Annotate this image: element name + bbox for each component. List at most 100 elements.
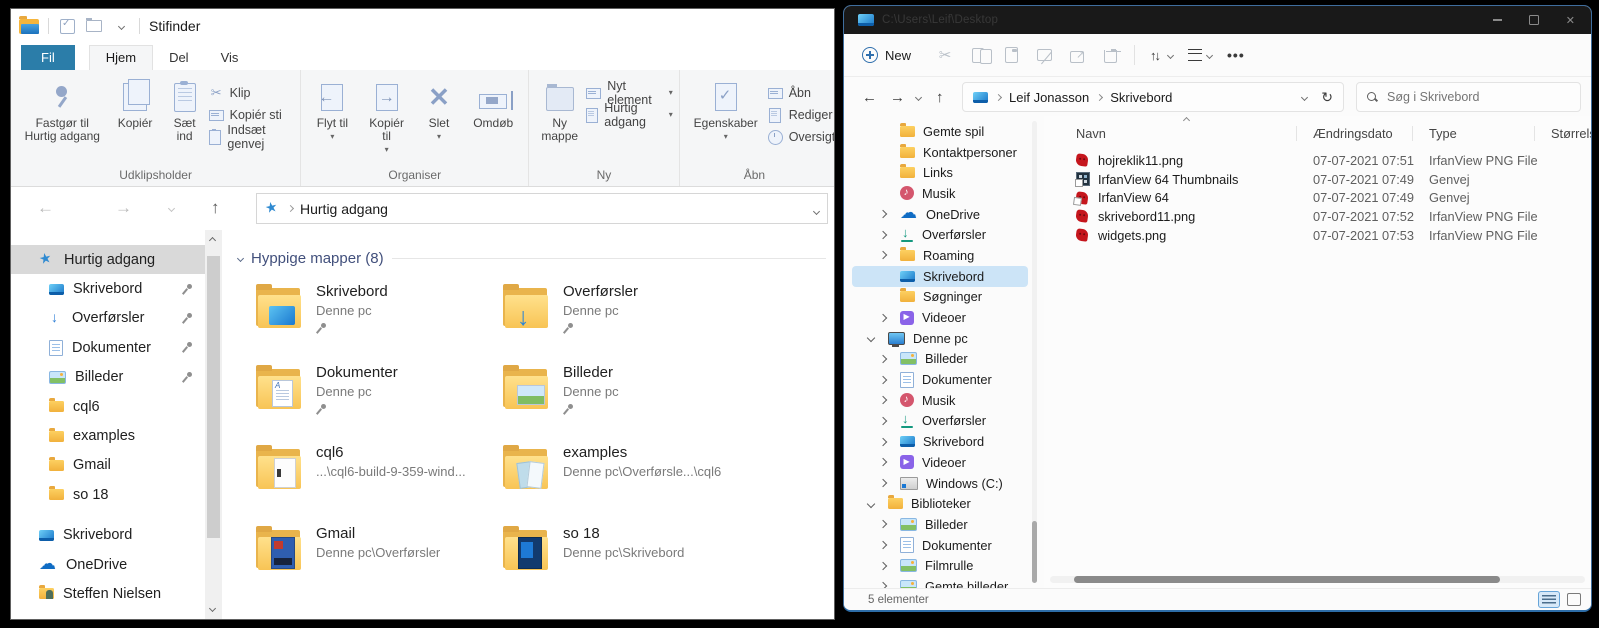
tree-scrollbar[interactable] <box>1032 121 1037 576</box>
copy-button[interactable]: Kopiér <box>110 76 161 130</box>
tab-hjem[interactable]: Hjem <box>89 45 153 70</box>
file-row-skrivebord11[interactable]: skrivebord11.png 07-07-2021 07:52 IrfanV… <box>1044 207 1591 226</box>
minimize-button[interactable] <box>1493 19 1502 20</box>
close-button[interactable]: ✕ <box>1566 14 1575 27</box>
chevron-down-icon[interactable] <box>867 334 875 342</box>
chevron-down-icon[interactable] <box>867 499 875 507</box>
back-button[interactable]: ← <box>37 187 54 229</box>
icons-view-toggle[interactable] <box>1567 593 1581 606</box>
search-box[interactable] <box>1356 82 1581 112</box>
sidebar-item-pictures[interactable]: Billeder <box>11 363 205 392</box>
properties-button[interactable]: Egenskaber ▾ <box>686 76 766 141</box>
tree-item-billeder-lib[interactable]: Billeder <box>852 514 1028 535</box>
chevron-right-icon[interactable] <box>879 251 887 259</box>
qat-new-folder-button[interactable] <box>85 18 103 34</box>
paste-button[interactable]: Sæt ind <box>163 76 207 143</box>
tab-vis[interactable]: Vis <box>205 46 255 70</box>
scroll-up-icon[interactable] <box>209 237 216 244</box>
tree-item-roaming[interactable]: Roaming <box>852 245 1028 266</box>
tile-examples[interactable]: examples Denne pc\Overførsle...\cql6 <box>503 443 750 524</box>
horizontal-scrollbar[interactable] <box>1050 576 1585 583</box>
breadcrumb-folder[interactable]: Skrivebord <box>1110 90 1172 105</box>
tile-billeder[interactable]: Billeder Denne pc <box>503 363 750 444</box>
sidebar-item-so18[interactable]: so 18 <box>11 480 205 509</box>
tree-item-kontaktpersoner[interactable]: Kontaktpersoner <box>852 142 1028 163</box>
chevron-right-icon[interactable] <box>879 231 887 239</box>
tile-dokumenter[interactable]: Dokumenter Denne pc <box>256 363 503 444</box>
tile-cql6[interactable]: cql6 ...\cql6-build-9-359-wind... <box>256 443 503 524</box>
view-button[interactable] <box>1188 49 1212 61</box>
chevron-right-icon[interactable] <box>879 417 887 425</box>
up-button[interactable]: ↑ <box>936 89 944 106</box>
sidebar-item-desktop-root[interactable]: Skrivebord <box>11 521 205 550</box>
tab-del[interactable]: Del <box>153 46 205 70</box>
sidebar-item-desktop[interactable]: Skrivebord <box>11 274 205 303</box>
scrollbar-thumb[interactable] <box>207 256 220 538</box>
tab-fil[interactable]: Fil <box>21 45 75 70</box>
address-dropdown-icon[interactable] <box>1301 93 1308 100</box>
recent-locations-button[interactable] <box>916 95 921 100</box>
tree-item-gemte-spil[interactable]: Gemte spil <box>852 121 1028 142</box>
sidebar-item-cql6[interactable]: cql6 <box>11 392 205 421</box>
new-folder-button[interactable]: Ny mappe <box>535 76 584 143</box>
refresh-icon[interactable]: ↻ <box>1321 89 1333 106</box>
tree-item-skrivebord-selected[interactable]: Skrivebord <box>852 266 1028 287</box>
section-header[interactable]: Hyppige mapper (8) <box>238 250 834 267</box>
forward-button[interactable]: → <box>115 187 132 229</box>
tree-item-filmrulle[interactable]: Filmrulle <box>852 555 1028 576</box>
sidebar-item-examples[interactable]: examples <box>11 421 205 450</box>
details-view-toggle[interactable] <box>1538 591 1560 608</box>
easy-access-button[interactable]: Hurtig adgang ▾ <box>586 104 672 126</box>
cut-button[interactable]: ✂ Klip <box>209 82 295 104</box>
new-button[interactable]: New <box>862 47 911 63</box>
back-button[interactable]: ← <box>862 89 877 106</box>
chevron-right-icon[interactable] <box>879 355 887 363</box>
tree-item-soegninger[interactable]: Søgninger <box>852 287 1028 308</box>
forward-button[interactable]: → <box>890 89 905 106</box>
tree-item-musik-pc[interactable]: Musik <box>852 390 1028 411</box>
tree-item-dokumenter[interactable]: Dokumenter <box>852 369 1028 390</box>
chevron-right-icon[interactable] <box>879 520 887 528</box>
address-box[interactable]: Leif Jonasson Skrivebord ↻ <box>962 82 1344 112</box>
chevron-right-icon[interactable] <box>879 437 887 445</box>
chevron-right-icon[interactable] <box>879 479 887 487</box>
chevron-right-icon[interactable] <box>879 375 887 383</box>
tree-item-biblioteker[interactable]: Biblioteker <box>852 493 1028 514</box>
tree-item-denne-pc[interactable]: Denne pc <box>852 328 1028 349</box>
sidebar-item-gmail[interactable]: Gmail <box>11 451 205 480</box>
tile-so18[interactable]: so 18 Denne pc\Skrivebord <box>503 524 750 605</box>
delete-button[interactable]: ✕ Slet ▾ <box>416 76 462 141</box>
sidebar-scrollbar[interactable] <box>205 230 222 619</box>
sidebar-item-user[interactable]: Steffen Nielsen <box>11 579 205 608</box>
search-input[interactable] <box>1385 89 1539 105</box>
tree-item-skrivebord-pc[interactable]: Skrivebord <box>852 431 1028 452</box>
tree-item-windows-c[interactable]: Windows (C:) <box>852 473 1028 494</box>
chevron-right-icon[interactable] <box>879 541 887 549</box>
chevron-right-icon[interactable] <box>879 313 887 321</box>
breadcrumb-user[interactable]: Leif Jonasson <box>1009 90 1089 105</box>
tree-item-videoer-pc[interactable]: Videoer <box>852 452 1028 473</box>
sidebar-item-documents[interactable]: Dokumenter <box>11 333 205 362</box>
recent-locations-button[interactable] <box>169 187 174 229</box>
paste-button[interactable] <box>1002 46 1020 64</box>
tree-item-links[interactable]: Links <box>852 162 1028 183</box>
maximize-button[interactable] <box>1529 15 1539 25</box>
sidebar-item-downloads[interactable]: Overførsler <box>11 304 205 333</box>
column-header-type[interactable]: Type <box>1429 126 1457 141</box>
edit-button[interactable]: Rediger <box>768 104 835 126</box>
copy-button[interactable] <box>969 46 987 64</box>
chevron-right-icon[interactable] <box>879 562 887 570</box>
file-row-widgets[interactable]: widgets.png 07-07-2021 07:53 IrfanView P… <box>1044 226 1591 245</box>
tile-gmail[interactable]: Gmail Denne pc\Overførsler <box>256 524 503 605</box>
file-row-irfanview64[interactable]: IrfanView 64 07-07-2021 07:49 Genvej <box>1044 188 1591 207</box>
qat-customize-button[interactable] <box>112 18 130 34</box>
file-row-thumbnails[interactable]: IrfanView 64 Thumbnails 07-07-2021 07:49… <box>1044 170 1591 189</box>
scroll-down-icon[interactable] <box>209 605 216 612</box>
delete-button[interactable] <box>1101 46 1119 64</box>
chevron-right-icon[interactable] <box>879 210 887 218</box>
rename-button[interactable] <box>1035 46 1053 64</box>
more-options-button[interactable]: ••• <box>1227 47 1245 63</box>
tree-item-onedrive[interactable]: OneDrive <box>852 204 1028 225</box>
column-header-name[interactable]: Navn <box>1076 126 1106 141</box>
qat-properties-button[interactable] <box>58 18 76 34</box>
